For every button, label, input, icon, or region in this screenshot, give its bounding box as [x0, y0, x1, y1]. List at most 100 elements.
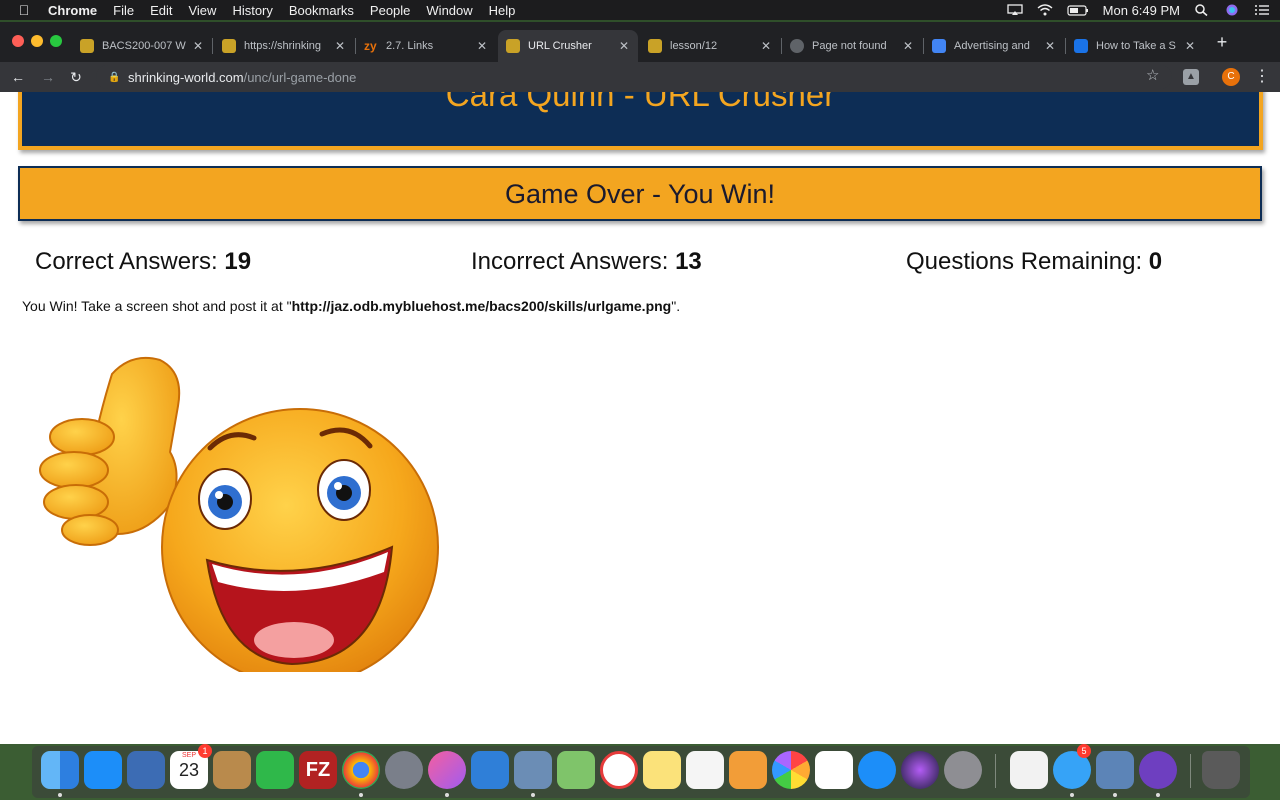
reload-icon[interactable]: ↻	[66, 66, 86, 88]
menu-edit[interactable]: Edit	[150, 3, 172, 18]
siri-dock-icon[interactable]	[901, 751, 939, 789]
app-store-icon[interactable]	[84, 751, 122, 789]
menu-history[interactable]: History	[232, 3, 272, 18]
tab-bacs200[interactable]: BACS200-007 W ✕	[72, 30, 212, 62]
news-icon[interactable]	[600, 751, 638, 789]
tab-strip: BACS200-007 W ✕ https://shrinking ✕ zy 2…	[0, 22, 1280, 62]
tab-links[interactable]: zy 2.7. Links ✕	[356, 30, 496, 62]
system-preferences-icon[interactable]	[944, 751, 982, 789]
close-tab-icon[interactable]: ✕	[190, 39, 206, 53]
win-message-suffix: ".	[671, 298, 681, 314]
bookmark-star-icon[interactable]: ☆	[1146, 66, 1159, 84]
menu-file[interactable]: File	[113, 3, 134, 18]
close-tab-icon[interactable]: ✕	[900, 39, 916, 53]
tab-lesson12[interactable]: lesson/12 ✕	[640, 30, 780, 62]
notes-icon[interactable]	[643, 751, 681, 789]
contacts-icon[interactable]	[213, 751, 251, 789]
running-indicator	[1156, 793, 1160, 797]
airplay-icon[interactable]	[1007, 4, 1023, 16]
lock-icon: 🔒	[108, 71, 121, 83]
forward-arrow-icon[interactable]: →	[38, 66, 58, 88]
macos-menu-bar:  Chrome File Edit View History Bookmark…	[0, 0, 1280, 20]
wifi-icon[interactable]	[1037, 4, 1053, 16]
close-tab-icon[interactable]: ✕	[758, 39, 774, 53]
running-indicator	[1070, 793, 1074, 797]
github-desktop-icon[interactable]	[1139, 751, 1177, 789]
correct-answers-value: 19	[224, 248, 252, 275]
notification-center-icon[interactable]	[1254, 4, 1270, 16]
fullscreen-window-button[interactable]	[50, 35, 62, 47]
minimize-window-button[interactable]	[31, 35, 43, 47]
keynote-icon[interactable]	[471, 751, 509, 789]
battery-icon[interactable]	[1067, 4, 1089, 16]
tab-page-not-found[interactable]: Page not found ✕	[782, 30, 922, 62]
chrome-menu-icon[interactable]: ⋮	[1254, 66, 1270, 86]
dock-divider	[995, 754, 996, 788]
running-indicator	[58, 793, 62, 797]
bacs-favicon-icon	[648, 39, 662, 53]
facetime-icon[interactable]	[256, 751, 294, 789]
photos-icon[interactable]	[772, 751, 810, 789]
textedit-icon[interactable]	[1010, 751, 1048, 789]
apple-menu-icon[interactable]: 	[14, 2, 34, 18]
tab-shrinking[interactable]: https://shrinking ✕	[214, 30, 354, 62]
incorrect-answers: Incorrect Answers: 13	[471, 248, 702, 276]
header-banner: Cara Quinn - URL Crusher	[18, 92, 1263, 150]
itunes-icon[interactable]	[428, 751, 466, 789]
menu-window[interactable]: Window	[426, 3, 472, 18]
tab-how-to-take[interactable]: How to Take a S ✕	[1066, 30, 1204, 62]
pages-icon[interactable]	[729, 751, 767, 789]
chrome-icon[interactable]	[342, 751, 380, 789]
maps-icon[interactable]	[557, 751, 595, 789]
close-tab-icon[interactable]: ✕	[474, 39, 490, 53]
launchpad-icon[interactable]	[385, 751, 423, 789]
menu-app-name[interactable]: Chrome	[48, 3, 97, 18]
address-bar[interactable]: 🔒 shrinking-world.com/unc/url-game-done	[96, 65, 1172, 89]
game-status-banner: Game Over - You Win!	[18, 166, 1262, 221]
reminders-icon[interactable]	[815, 751, 853, 789]
article-favicon-icon	[1074, 39, 1088, 53]
questions-remaining: Questions Remaining: 0	[906, 248, 1162, 276]
url-domain: shrinking-world.com	[128, 69, 244, 85]
safari-icon[interactable]	[858, 751, 896, 789]
siri-icon[interactable]	[1224, 4, 1240, 16]
trash-icon[interactable]	[1202, 751, 1240, 789]
menu-help[interactable]: Help	[489, 3, 516, 18]
running-indicator	[531, 793, 535, 797]
finder-icon[interactable]	[41, 751, 79, 789]
close-tab-icon[interactable]: ✕	[616, 39, 632, 53]
calendar-badge: 1	[198, 744, 212, 758]
incorrect-answers-value: 13	[675, 248, 702, 275]
profile-avatar[interactable]: C	[1222, 68, 1240, 86]
tab-advertising[interactable]: Advertising and ✕	[924, 30, 1064, 62]
running-indicator	[445, 793, 449, 797]
preview-icon[interactable]	[514, 751, 552, 789]
screenshot-icon[interactable]	[1096, 751, 1134, 789]
tab-divider	[212, 38, 213, 54]
questions-remaining-label: Questions Remaining:	[906, 248, 1143, 275]
extension-icon[interactable]: ▲	[1183, 69, 1199, 85]
zybooks-favicon-icon: zy	[364, 39, 377, 53]
spotlight-search-icon[interactable]	[1194, 4, 1210, 16]
menu-bookmarks[interactable]: Bookmarks	[289, 3, 354, 18]
bacs-favicon-icon	[222, 39, 236, 53]
menu-view[interactable]: View	[188, 3, 216, 18]
close-tab-icon[interactable]: ✕	[1182, 39, 1198, 53]
mission-control-icon[interactable]	[127, 751, 165, 789]
incorrect-answers-label: Incorrect Answers:	[471, 248, 669, 275]
tab-url-crusher[interactable]: URL Crusher ✕	[498, 30, 638, 62]
back-arrow-icon[interactable]: ←	[8, 66, 28, 88]
globe-icon	[790, 39, 804, 53]
questions-remaining-value: 0	[1148, 248, 1163, 275]
filezilla-icon[interactable]: FZ	[299, 751, 337, 789]
close-tab-icon[interactable]: ✕	[332, 39, 348, 53]
menu-clock[interactable]: Mon 6:49 PM	[1103, 3, 1180, 18]
new-tab-button[interactable]: +	[1212, 32, 1232, 53]
numbers-icon[interactable]	[686, 751, 724, 789]
win-message-prefix: You Win! Take a screen shot and post it …	[22, 298, 292, 314]
dock-divider	[1190, 754, 1191, 788]
close-tab-icon[interactable]: ✕	[1042, 39, 1058, 53]
chrome-window: BACS200-007 W ✕ https://shrinking ✕ zy 2…	[0, 22, 1280, 744]
menu-people[interactable]: People	[370, 3, 410, 18]
close-window-button[interactable]	[12, 35, 24, 47]
